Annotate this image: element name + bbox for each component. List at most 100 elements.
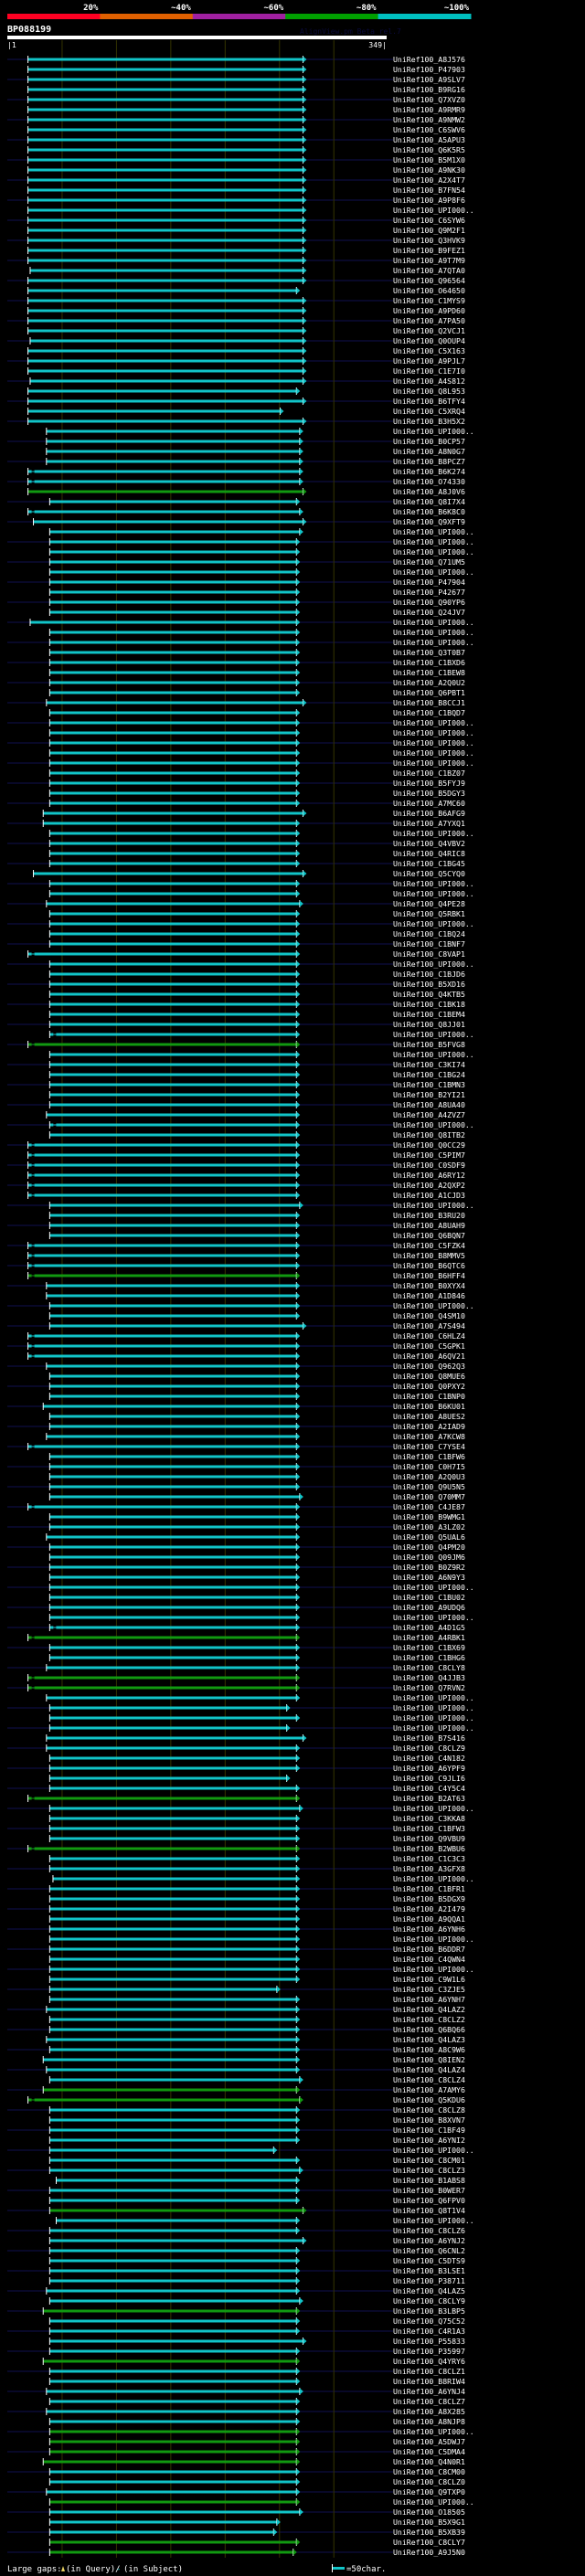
- hit-row[interactable]: UniRef100_UPI000..: [48, 748, 474, 758]
- hit-label[interactable]: UniRef100_C8CLZ7: [393, 2397, 465, 2406]
- hit-row[interactable]: UniRef100_Q9TXP0: [46, 2487, 465, 2496]
- hit-label[interactable]: UniRef100_Q9U5N5: [393, 1482, 465, 1491]
- hit-row[interactable]: UniRef100_Q4PM20: [48, 1542, 465, 1552]
- hit-row[interactable]: UniRef100_Q5KDU6: [27, 2095, 465, 2104]
- hit-row[interactable]: UniRef100_Q7RVN2: [27, 1683, 465, 1692]
- hit-row[interactable]: UniRef100_C1BEW8: [48, 668, 465, 677]
- hit-label[interactable]: UniRef100_B0CP57: [393, 437, 465, 446]
- hit-label[interactable]: UniRef100_A6RY12: [393, 1171, 465, 1180]
- hit-label[interactable]: UniRef100_B9FEZ1: [393, 246, 465, 255]
- hit-row[interactable]: UniRef100_A1CJD3: [27, 1191, 465, 1200]
- hit-row[interactable]: UniRef100_C3KI74: [48, 1060, 465, 1069]
- hit-row[interactable]: UniRef100_Q4VBV2: [48, 839, 465, 848]
- hit-row[interactable]: UniRef100_UPI000..: [48, 1935, 474, 1944]
- hit-row[interactable]: UniRef100_UPI000..: [48, 879, 474, 888]
- hit-row[interactable]: UniRef100_C3KKA8: [48, 1814, 465, 1823]
- hit-label[interactable]: UniRef100_A8NJP8: [393, 2417, 465, 2426]
- hit-label[interactable]: UniRef100_Q8JJ01: [393, 1020, 465, 1029]
- hit-label[interactable]: UniRef100_P55833: [393, 2337, 465, 2346]
- hit-row[interactable]: UniRef100_C8CLZ8: [48, 2105, 465, 2115]
- hit-label[interactable]: UniRef100_C1BMN3: [393, 1080, 465, 1089]
- hit-label[interactable]: UniRef100_Q8T1V4: [393, 2206, 465, 2215]
- hit-label[interactable]: UniRef100_B6K274: [393, 467, 465, 476]
- hit-row[interactable]: UniRef100_UPI000..: [52, 1874, 474, 1883]
- hit-label[interactable]: UniRef100_Q71UM5: [393, 557, 465, 567]
- hit-label[interactable]: UniRef100_C1BG45: [393, 859, 465, 868]
- hit-label[interactable]: UniRef100_B8MMV5: [393, 1251, 465, 1260]
- hit-label[interactable]: UniRef100_C9JLI6: [393, 1774, 465, 1783]
- hit-label[interactable]: UniRef100_B6AFG9: [393, 809, 465, 818]
- hit-label[interactable]: UniRef100_UPI000..: [393, 1030, 474, 1039]
- hit-row[interactable]: UniRef100_Q2VCJ1: [27, 326, 465, 335]
- hit-label[interactable]: UniRef100_B0Z9R2: [393, 1563, 465, 1572]
- hit-row[interactable]: UniRef100_Q4N0R1: [42, 2457, 465, 2466]
- hit-label[interactable]: UniRef100_A8C9W6: [393, 2045, 465, 2054]
- hit-label[interactable]: UniRef100_C8CLY9: [393, 2296, 465, 2306]
- hit-label[interactable]: UniRef100_C1C3C3: [393, 1854, 465, 1863]
- hit-row[interactable]: UniRef100_A8UAH9: [48, 1221, 465, 1230]
- hit-label[interactable]: UniRef100_B9WMG1: [393, 1512, 465, 1521]
- hit-label[interactable]: UniRef100_UPI000..: [393, 1874, 474, 1883]
- hit-row[interactable]: UniRef100_A7KCW8: [46, 1432, 465, 1441]
- hit-label[interactable]: UniRef100_Q6PBT1: [393, 688, 465, 697]
- hit-label[interactable]: UniRef100_UPI000..: [393, 1050, 474, 1059]
- hit-label[interactable]: UniRef100_B6QTC6: [393, 1261, 465, 1270]
- hit-label[interactable]: UniRef100_Q4RIC8: [393, 849, 465, 858]
- hit-row[interactable]: UniRef100_UPI000..: [29, 618, 474, 627]
- hit-row[interactable]: UniRef100_C1BNP0: [48, 1392, 465, 1401]
- hit-row[interactable]: UniRef100_C1BFW3: [48, 1824, 465, 1833]
- hit-row[interactable]: UniRef100_C5FZK4: [27, 1241, 465, 1250]
- hit-label[interactable]: UniRef100_A4ZVZ7: [393, 1110, 465, 1119]
- hit-row[interactable]: UniRef100_C1BHG6: [48, 1653, 465, 1662]
- hit-row[interactable]: UniRef100_B6KU01: [42, 1402, 465, 1411]
- hit-label[interactable]: UniRef100_C1E7I0: [393, 366, 465, 376]
- hit-row[interactable]: UniRef100_B9RG16: [27, 85, 465, 94]
- hit-row[interactable]: UniRef100_A7MC60: [48, 799, 465, 808]
- hit-row[interactable]: UniRef100_UPI000..: [48, 2146, 474, 2155]
- hit-label[interactable]: UniRef100_C5PIM7: [393, 1150, 465, 1160]
- hit-label[interactable]: UniRef100_Q0PXY2: [393, 1382, 465, 1391]
- hit-label[interactable]: UniRef100_C4Y5C4: [393, 1784, 465, 1793]
- hit-label[interactable]: UniRef100_UPI000..: [393, 1713, 474, 1723]
- hit-row[interactable]: UniRef100_C5PIM7: [27, 1150, 465, 1160]
- hit-label[interactable]: UniRef100_Q9M2F1: [393, 226, 465, 235]
- hit-label[interactable]: UniRef100_Q5CYQ0: [393, 869, 465, 878]
- hit-row[interactable]: UniRef100_A8X285: [46, 2407, 465, 2416]
- hit-row[interactable]: UniRef100_C8CLZ7: [48, 2397, 465, 2406]
- hit-label[interactable]: UniRef100_UPI000..: [393, 758, 474, 768]
- hit-label[interactable]: UniRef100_A5DWJ7: [393, 2437, 465, 2446]
- hit-row[interactable]: UniRef100_A6YNH7: [48, 1995, 465, 2004]
- hit-label[interactable]: UniRef100_C1BHG6: [393, 1653, 465, 1662]
- hit-label[interactable]: UniRef100_Q8IEN2: [393, 2055, 465, 2064]
- hit-label[interactable]: UniRef100_Q90YP6: [393, 598, 465, 607]
- hit-label[interactable]: UniRef100_C6SWV6: [393, 125, 465, 134]
- hit-row[interactable]: UniRef100_Q5UAL6: [46, 1532, 465, 1542]
- hit-row[interactable]: UniRef100_Q4LAZ4: [46, 2065, 465, 2074]
- hit-row[interactable]: UniRef100_Q4JJB3: [27, 1673, 465, 1682]
- hit-label[interactable]: UniRef100_A9PD60: [393, 306, 465, 315]
- hit-label[interactable]: UniRef100_Q5KDU6: [393, 2095, 465, 2104]
- hit-row[interactable]: UniRef100_C8CLZ9: [46, 1744, 465, 1753]
- hit-label[interactable]: UniRef100_Q4LAZ2: [393, 2005, 465, 2014]
- hit-label[interactable]: UniRef100_C5DMA4: [393, 2447, 465, 2456]
- hit-label[interactable]: UniRef100_A6YNH6: [393, 1924, 465, 1934]
- hit-row[interactable]: UniRef100_C4JE87: [27, 1502, 465, 1511]
- hit-row[interactable]: UniRef100_UPI000..: [46, 1693, 474, 1702]
- hit-label[interactable]: UniRef100_Q70MM7: [393, 1492, 465, 1501]
- hit-label[interactable]: UniRef100_Q7XVZ0: [393, 95, 465, 104]
- hit-label[interactable]: UniRef100_C8VAP1: [393, 949, 465, 959]
- hit-label[interactable]: UniRef100_A9PJL7: [393, 356, 465, 366]
- hit-label[interactable]: UniRef100_C5X163: [393, 346, 465, 355]
- hit-label[interactable]: UniRef100_C8CLY7: [393, 2538, 465, 2547]
- hit-label[interactable]: UniRef100_UPI000..: [393, 738, 474, 747]
- hit-label[interactable]: UniRef100_P38711: [393, 2276, 465, 2285]
- hit-row[interactable]: UniRef100_B0XYX4: [46, 1281, 465, 1290]
- hit-row[interactable]: UniRef100_Q9XFT9: [33, 517, 465, 526]
- hit-row[interactable]: UniRef100_A9PD60: [27, 306, 465, 315]
- hit-label[interactable]: UniRef100_C3KI74: [393, 1060, 465, 1069]
- hit-row[interactable]: UniRef100_B5XD16: [48, 980, 465, 989]
- hit-row[interactable]: UniRef100_C5DMA4: [48, 2447, 465, 2456]
- hit-row[interactable]: UniRef100_UPI000..: [46, 427, 474, 436]
- hit-row[interactable]: UniRef100_B0Z9R2: [48, 1563, 465, 1572]
- hit-row[interactable]: UniRef100_C5GPK1: [27, 1341, 465, 1351]
